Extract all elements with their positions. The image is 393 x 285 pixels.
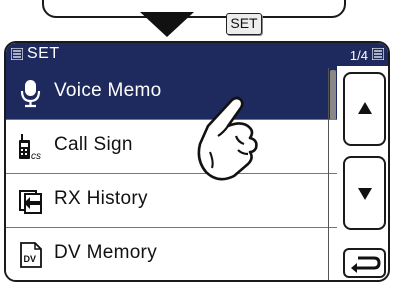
rx-history-icon xyxy=(19,190,42,214)
pointing-hand-icon xyxy=(197,96,258,181)
return-icon xyxy=(351,256,381,273)
microphone-icon xyxy=(20,80,41,108)
menu-item-rx-history[interactable]: RX History xyxy=(6,174,337,228)
down-arrow-icon xyxy=(358,188,372,200)
up-arrow-icon xyxy=(358,102,372,114)
menu-item-label: Call Sign xyxy=(54,134,133,155)
previous-screen-frame xyxy=(42,0,346,18)
menu-item-voice-memo[interactable]: Voice Memo xyxy=(6,66,337,120)
menu-item-label: RX History xyxy=(54,188,148,209)
scrollbar[interactable] xyxy=(328,68,338,280)
menu-item-call-sign[interactable]: cs Call Sign xyxy=(6,120,337,174)
menu-lines-icon xyxy=(372,48,384,60)
svg-text:DV: DV xyxy=(24,254,37,264)
scroll-thumb[interactable] xyxy=(330,70,336,120)
menu-item-label: Voice Memo xyxy=(54,80,162,101)
svg-text:cs: cs xyxy=(31,151,41,162)
call-sign-icon: cs xyxy=(19,134,41,162)
down-pointer-arrow-icon xyxy=(140,12,194,37)
scroll-down-button[interactable] xyxy=(343,156,386,230)
title-bar: SET 1/4 xyxy=(6,43,388,66)
menu-item-label: DV Memory xyxy=(54,242,157,263)
menu-list: Voice Memo cs Call Sign RX History DV DV… xyxy=(6,66,337,280)
back-button[interactable] xyxy=(343,248,386,278)
set-key: SET xyxy=(226,13,262,35)
menu-lines-icon xyxy=(11,48,23,60)
menu-item-dv-memory[interactable]: DV DV Memory xyxy=(6,228,337,280)
page-title: SET xyxy=(27,45,60,62)
scroll-up-button[interactable] xyxy=(343,72,386,146)
dv-memory-icon: DV xyxy=(20,242,42,268)
page-indicator: 1/4 xyxy=(349,48,368,63)
